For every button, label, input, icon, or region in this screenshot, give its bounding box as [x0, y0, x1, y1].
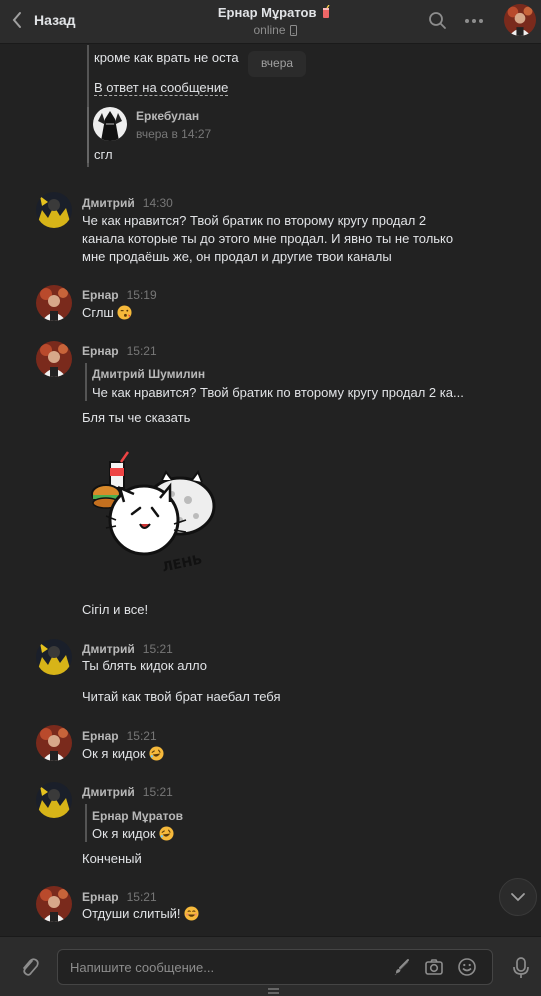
message-text: Конченый: [82, 851, 142, 866]
camera-icon[interactable]: [424, 957, 444, 977]
quote-avatar[interactable]: [93, 107, 127, 141]
message-time: 15:21: [126, 729, 157, 743]
sticker-caption: ЛЕНЬ: [161, 552, 204, 575]
scroll-down-button[interactable]: [499, 878, 537, 916]
avatar-image: [93, 107, 127, 141]
message-time: 15:21: [142, 785, 173, 799]
message-text: Сігіл и все!: [82, 602, 149, 617]
message-time: 15:21: [126, 344, 157, 358]
message-text: Ок я кидок: [82, 745, 164, 763]
avatar-image: [36, 725, 72, 761]
avatar-image: [36, 782, 72, 818]
chat-header: Назад Ернар Мұратов online: [0, 0, 541, 44]
quote-bar: [87, 107, 89, 163]
peer-status: online: [180, 23, 370, 37]
avatar[interactable]: [36, 886, 72, 922]
smile-icon[interactable]: [457, 957, 477, 977]
avatar-image: [504, 4, 536, 36]
search-icon[interactable]: [427, 10, 449, 32]
message-sender[interactable]: Ернар 15:19: [82, 288, 157, 302]
message-sender[interactable]: Дмитрий 14:30: [82, 196, 173, 210]
rofl-emoji-icon: [148, 746, 164, 761]
resize-grip-icon[interactable]: [268, 988, 279, 994]
message-sender[interactable]: Ернар 15:21: [82, 890, 157, 904]
quote-text: сгл: [94, 147, 113, 162]
forward-bar: [85, 804, 87, 842]
message-history[interactable]: кроме как врать не оста вчера В ответ на…: [0, 45, 541, 935]
quote-time: вчера в 14:27: [136, 127, 212, 141]
message-text: кроме как врать не оста: [94, 50, 239, 65]
chevron-down-icon: [511, 893, 525, 902]
forward-sender[interactable]: Дмитрий Шумилин: [92, 367, 205, 381]
back-chevron-icon: [12, 12, 21, 28]
message-time: 15:21: [142, 642, 173, 656]
peer-name: Ернар Мұратов: [180, 4, 370, 20]
mic-icon[interactable]: [511, 956, 531, 980]
back-button[interactable]: Назад: [10, 8, 76, 32]
message-sender[interactable]: Дмитрий 15:21: [82, 642, 173, 656]
message-sender[interactable]: Дмитрий 15:21: [82, 785, 173, 799]
wink-kiss-emoji-icon: [117, 305, 132, 320]
drink-emoji-icon: [323, 4, 330, 18]
date-tooltip: вчера: [248, 51, 306, 77]
paperclip-icon[interactable]: [18, 956, 40, 978]
rofl-emoji-icon: [158, 826, 174, 841]
back-label: Назад: [34, 12, 76, 28]
forward-text: Че как нравится? Твой братик по второму …: [92, 385, 464, 400]
forward-sender[interactable]: Ернар Мұратов: [92, 809, 183, 823]
sticker-image: ЛЕНЬ: [91, 451, 216, 576]
avatar-image: [36, 341, 72, 377]
message-sender[interactable]: Ернар 15:21: [82, 729, 157, 743]
brush-icon[interactable]: [392, 957, 412, 977]
avatar-image: [36, 886, 72, 922]
message-composer: [0, 936, 541, 996]
avatar[interactable]: [36, 341, 72, 377]
message-time: 14:30: [142, 196, 173, 210]
message-text: мне продаёшь же, он продал и другие твои…: [82, 249, 392, 264]
forward-text: Ок я кидок: [92, 826, 174, 841]
smiling-emoji-icon: [184, 906, 199, 921]
message-text: канала которые ты до этого мне продал. И…: [82, 231, 454, 246]
peer-avatar[interactable]: [504, 4, 536, 36]
reply-link[interactable]: В ответ на сообщение: [94, 80, 229, 96]
message-input-box[interactable]: [57, 949, 493, 985]
peer-info[interactable]: Ернар Мұратов online: [180, 4, 370, 37]
message-text: Читай как твой брат наебал тебя: [82, 689, 281, 704]
message-time: 15:19: [126, 288, 157, 302]
message-text: Че как нравится? Твой братик по второму …: [82, 213, 427, 228]
avatar[interactable]: [36, 639, 72, 675]
quote-sender[interactable]: Еркебулан: [136, 109, 199, 123]
avatar-image: [36, 285, 72, 321]
message-text: Ты блять кидок алло: [82, 658, 207, 673]
message-input[interactable]: [70, 950, 380, 984]
avatar[interactable]: [36, 725, 72, 761]
phone-icon: [289, 24, 297, 36]
avatar-image: [36, 639, 72, 675]
lazy-cat-sticker[interactable]: ЛЕНЬ: [88, 450, 220, 578]
avatar[interactable]: [36, 285, 72, 321]
message-text: Бля ты че сказать: [82, 410, 191, 425]
avatar[interactable]: [36, 192, 72, 228]
message-text: Сглш: [82, 304, 132, 322]
forward-bar: [85, 363, 87, 401]
avatar[interactable]: [36, 782, 72, 818]
more-icon[interactable]: [463, 10, 485, 32]
avatar-image: [36, 192, 72, 228]
message-sender[interactable]: Ернар 15:21: [82, 344, 157, 358]
message-text: Отдуши слитый!: [82, 905, 199, 923]
message-time: 15:21: [126, 890, 157, 904]
